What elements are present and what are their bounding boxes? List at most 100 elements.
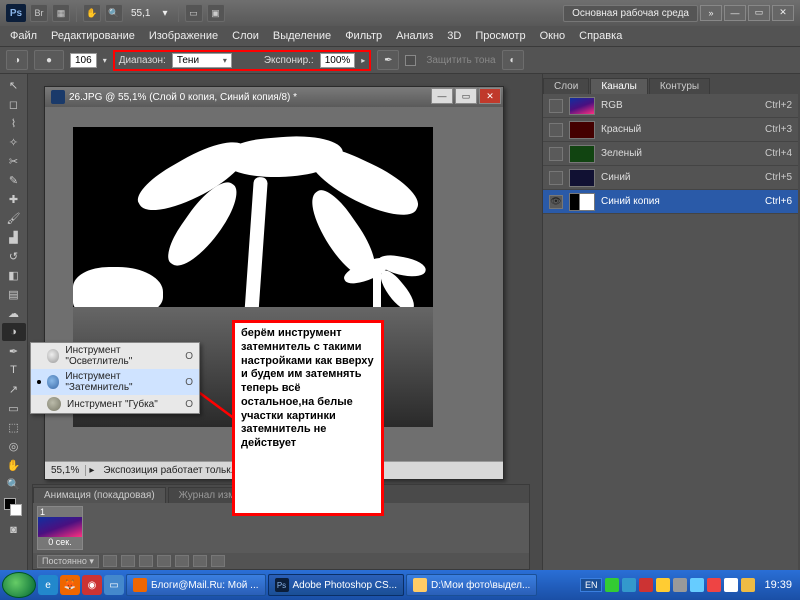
chevron-right-icon[interactable]: ▸ [361,56,365,65]
next-frame-button[interactable] [157,555,171,567]
brush-size-field[interactable]: 106 [70,53,97,68]
blur-tool-icon[interactable]: ☁ [2,304,26,322]
history-brush-icon[interactable]: ↺ [2,247,26,265]
stamp-tool-icon[interactable]: ▟ [2,228,26,246]
quicklaunch-firefox-icon[interactable]: 🦊 [60,575,80,595]
visibility-toggle[interactable] [549,171,563,185]
burn-tool-icon[interactable]: ◑ [2,323,26,341]
visibility-toggle[interactable]: 👁 [549,195,563,209]
eyedropper-tool-icon[interactable]: ✎ [2,171,26,189]
tray-icon[interactable] [673,578,687,592]
tab-layers[interactable]: Слои [543,78,589,94]
minimize-button[interactable]: — [724,5,746,21]
lasso-tool-icon[interactable]: ⌇ [2,114,26,132]
expand-icon[interactable]: » [700,5,722,21]
tab-channels[interactable]: Каналы [590,78,648,94]
tray-icon[interactable] [639,578,653,592]
tablet-pressure-icon[interactable]: ◐ [502,50,524,70]
flyout-item-sponge[interactable]: Инструмент "Губка" O [31,395,199,413]
pen-tool-icon[interactable]: ✒ [2,342,26,360]
taskbar-clock[interactable]: 19:39 [758,579,798,591]
doc-maximize-button[interactable]: ▭ [455,88,477,104]
range-select[interactable]: Тени▾ [172,53,232,68]
hand-icon[interactable]: ✋ [83,4,101,22]
chevron-down-icon[interactable]: ▾ [158,8,171,19]
protect-tones-checkbox[interactable] [405,55,416,66]
menu-select[interactable]: Выделение [267,28,337,44]
new-frame-button[interactable] [193,555,207,567]
quicklaunch-ie-icon[interactable]: e [38,575,58,595]
chevron-right-icon[interactable]: ▸ [86,465,97,476]
language-indicator[interactable]: EN [580,578,603,592]
path-tool-icon[interactable]: ↗ [2,380,26,398]
tab-paths[interactable]: Контуры [649,78,710,94]
flyout-item-burn[interactable]: Инструмент "Затемнитель" O [31,369,199,395]
zoom-field[interactable]: 55,1 [127,8,154,19]
taskbar-item[interactable]: PsAdobe Photoshop CS... [268,574,405,596]
brush-tool-icon[interactable]: 🖌 [2,209,26,227]
doc-close-button[interactable]: ✕ [479,88,501,104]
doc-zoom-field[interactable]: 55,1% [45,465,86,476]
menu-edit[interactable]: Редактирование [45,28,141,44]
wand-tool-icon[interactable]: ✧ [2,133,26,151]
delete-frame-button[interactable] [211,555,225,567]
hand-tool-icon[interactable]: ✋ [2,456,26,474]
loop-selector[interactable]: Постоянно ▾ [37,555,99,568]
play-button[interactable] [139,555,153,567]
menu-filter[interactable]: Фильтр [339,28,388,44]
frame-time[interactable]: 0 сек. [38,537,82,549]
eraser-tool-icon[interactable]: ◧ [2,266,26,284]
quicklaunch-app-icon[interactable]: ◉ [82,575,102,595]
brush-preview[interactable]: ● [34,50,64,70]
visibility-toggle[interactable] [549,147,563,161]
workspace-switcher[interactable]: Основная рабочая среда [563,5,698,22]
tray-icon[interactable] [690,578,704,592]
doc-minimize-button[interactable]: — [431,88,453,104]
menu-3d[interactable]: 3D [441,28,467,44]
exposure-field[interactable]: 100% [320,53,356,68]
first-frame-button[interactable] [103,555,117,567]
menu-file[interactable]: Файл [4,28,43,44]
channel-row[interactable]: СинийCtrl+5 [543,166,798,190]
channel-row[interactable]: 👁Синий копияCtrl+6 [543,190,798,214]
menu-help[interactable]: Справка [573,28,628,44]
visibility-toggle[interactable] [549,123,563,137]
gradient-tool-icon[interactable]: ▤ [2,285,26,303]
taskbar-item[interactable]: D:\Мои фото\выдел... [406,574,537,596]
view-icon[interactable]: ▭ [185,4,203,22]
menu-layers[interactable]: Слои [226,28,265,44]
tray-icon[interactable] [707,578,721,592]
channel-row[interactable]: RGBCtrl+2 [543,94,798,118]
prev-frame-button[interactable] [121,555,135,567]
channel-row[interactable]: ЗеленыйCtrl+4 [543,142,798,166]
quickmask-icon[interactable]: ◙ [2,521,26,539]
crop-tool-icon[interactable]: ✂ [2,152,26,170]
maximize-button[interactable]: ▭ [748,5,770,21]
menu-analysis[interactable]: Анализ [390,28,439,44]
menu-window[interactable]: Окно [534,28,572,44]
zoom-icon[interactable]: 🔍 [105,4,123,22]
channel-row[interactable]: КрасныйCtrl+3 [543,118,798,142]
3d-tool-icon[interactable]: ⬚ [2,418,26,436]
start-button[interactable] [2,572,36,598]
tray-icon[interactable] [605,578,619,592]
taskbar-item[interactable]: Блоги@Mail.Ru: Мой ... [126,574,266,596]
3d-camera-icon[interactable]: ◎ [2,437,26,455]
bridge-icon[interactable]: Br [30,4,48,22]
menu-view[interactable]: Просмотр [469,28,531,44]
menu-image[interactable]: Изображение [143,28,224,44]
tween-button[interactable] [175,555,189,567]
move-tool-icon[interactable]: ↖ [2,76,26,94]
tray-icon[interactable] [724,578,738,592]
airbrush-icon[interactable]: ✒ [377,50,399,70]
flyout-item-dodge[interactable]: Инструмент "Осветлитель" O [31,343,199,369]
screen-icon[interactable]: ▣ [207,4,225,22]
color-swatches[interactable] [2,498,26,520]
tray-icon[interactable] [656,578,670,592]
tray-icon[interactable] [622,578,636,592]
healing-tool-icon[interactable]: ✚ [2,190,26,208]
quicklaunch-desktop-icon[interactable]: ▭ [104,575,124,595]
layout-icon[interactable]: ▦ [52,4,70,22]
animation-frame[interactable]: 1 0 сек. [37,506,83,550]
visibility-toggle[interactable] [549,99,563,113]
